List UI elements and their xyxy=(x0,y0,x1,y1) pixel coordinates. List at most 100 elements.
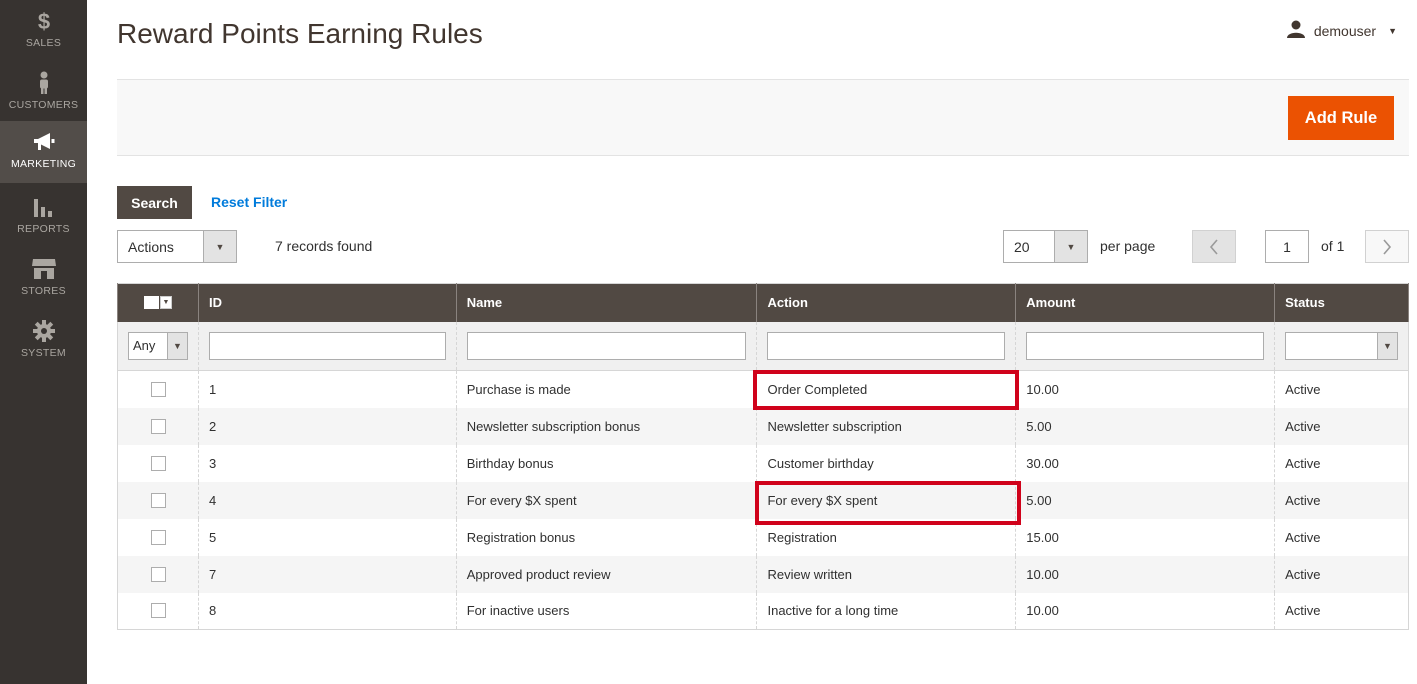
column-header-amount[interactable]: Amount xyxy=(1015,283,1276,322)
cell-action: Review written xyxy=(756,555,1017,593)
user-name: demouser xyxy=(1313,22,1377,39)
row-checkbox[interactable] xyxy=(150,529,166,545)
reset-filter-link[interactable]: Reset Filter xyxy=(211,194,287,210)
cell-action: For every $X spent xyxy=(756,481,1017,519)
row-select-cell xyxy=(117,444,199,482)
cell-action: Order Completed xyxy=(756,370,1017,408)
grid-filter-row: Any ▼ ▼ xyxy=(117,321,1409,371)
page-title: Reward Points Earning Rules xyxy=(117,18,483,49)
nav-marketing[interactable]: MARKETING xyxy=(0,121,87,183)
nav-label-reports: REPORTS xyxy=(17,223,70,235)
filter-any-select[interactable]: Any ▼ xyxy=(128,331,188,360)
chevron-down-icon: ▼ xyxy=(203,231,236,262)
mass-actions-label: Actions xyxy=(128,238,174,255)
table-row[interactable]: 2 Newsletter subscription bonus Newslett… xyxy=(117,407,1409,445)
nav-system[interactable]: SYSTEM xyxy=(0,310,87,372)
select-all-checkbox[interactable] xyxy=(144,296,159,310)
mass-select-header[interactable]: ▼ xyxy=(117,283,199,322)
per-page-label: per page xyxy=(1100,238,1156,254)
cell-status: Active xyxy=(1274,555,1409,593)
cell-id: 5 xyxy=(198,518,457,556)
cell-action: Customer birthday xyxy=(756,444,1017,482)
table-row[interactable]: 5 Registration bonus Registration 15.00 … xyxy=(117,518,1409,556)
filter-name-input[interactable] xyxy=(466,331,747,360)
cell-action: Newsletter subscription xyxy=(756,407,1017,445)
page-number-input[interactable]: 1 xyxy=(1265,230,1309,263)
nav-customers[interactable]: CUSTOMERS xyxy=(0,62,87,124)
nav-label-customers: CUSTOMERS xyxy=(8,99,79,111)
table-row[interactable]: 1 Purchase is made Order Completed 10.00… xyxy=(117,370,1409,408)
column-header-action[interactable]: Action xyxy=(756,283,1017,322)
table-row[interactable]: 4 For every $X spent For every $X spent … xyxy=(117,481,1409,519)
cell-amount: 30.00 xyxy=(1015,444,1276,482)
table-row[interactable]: 8 For inactive users Inactive for a long… xyxy=(117,592,1409,630)
cell-status: Active xyxy=(1274,407,1409,445)
per-page-select[interactable]: 20 ▼ xyxy=(1003,230,1088,263)
filter-id-input[interactable] xyxy=(209,331,446,360)
filter-amount-input[interactable] xyxy=(1026,331,1265,360)
cell-id: 4 xyxy=(198,481,457,519)
row-checkbox[interactable] xyxy=(150,603,166,619)
cell-status: Active xyxy=(1274,592,1409,630)
chevron-down-icon[interactable]: ▼ xyxy=(160,296,172,310)
cell-name: Registration bonus xyxy=(455,518,758,556)
cell-action: Registration xyxy=(756,518,1017,556)
nav-label-stores: STORES xyxy=(21,285,66,297)
row-checkbox[interactable] xyxy=(150,455,166,471)
nav-sales[interactable]: $ SALES xyxy=(0,0,87,62)
bar-chart-icon xyxy=(31,194,57,220)
row-select-cell xyxy=(117,592,199,630)
cell-id: 8 xyxy=(198,592,457,630)
page-total: of 1 xyxy=(1321,238,1345,254)
column-header-id[interactable]: ID xyxy=(198,283,457,322)
add-rule-button[interactable]: Add Rule xyxy=(1288,96,1394,140)
previous-page-button[interactable] xyxy=(1192,230,1236,263)
user-menu[interactable]: demouser ▼ xyxy=(1286,20,1397,41)
search-button[interactable]: Search xyxy=(117,186,192,219)
person-icon xyxy=(31,70,57,96)
per-page-value: 20 xyxy=(1014,238,1030,255)
filter-cell-name xyxy=(455,321,758,371)
grid-header-row: ▼ ID Name Action Amount Status xyxy=(117,283,1409,322)
filter-cell-status: ▼ xyxy=(1274,321,1409,371)
filter-cell-id xyxy=(198,321,457,371)
nav-label-sales: SALES xyxy=(25,37,62,49)
cell-id: 1 xyxy=(198,370,457,408)
row-checkbox[interactable] xyxy=(150,492,166,508)
megaphone-icon xyxy=(31,129,57,155)
filter-status-select[interactable]: ▼ xyxy=(1285,331,1398,360)
row-select-cell xyxy=(117,518,199,556)
next-page-button[interactable] xyxy=(1365,230,1409,263)
cell-amount: 5.00 xyxy=(1015,407,1276,445)
svg-text:$: $ xyxy=(37,9,49,33)
nav-stores[interactable]: STORES xyxy=(0,248,87,310)
cell-amount: 5.00 xyxy=(1015,481,1276,519)
row-checkbox[interactable] xyxy=(150,381,166,397)
column-header-status[interactable]: Status xyxy=(1274,283,1409,322)
cell-amount: 10.00 xyxy=(1015,555,1276,593)
cell-name: Purchase is made xyxy=(455,370,758,408)
row-select-cell xyxy=(117,481,199,519)
table-row[interactable]: 7 Approved product review Review written… xyxy=(117,555,1409,593)
cell-status: Active xyxy=(1274,370,1409,408)
filter-cell-amount xyxy=(1015,321,1276,371)
row-checkbox[interactable] xyxy=(150,418,166,434)
admin-sidebar: $ SALES CUSTOMERS MARKETING REPORTS STOR… xyxy=(0,0,87,684)
store-icon xyxy=(31,256,57,282)
filter-action-input[interactable] xyxy=(767,331,1006,360)
chevron-down-icon: ▼ xyxy=(1388,25,1397,36)
filter-any-value: Any xyxy=(133,338,156,354)
table-row[interactable]: 3 Birthday bonus Customer birthday 30.00… xyxy=(117,444,1409,482)
row-select-cell xyxy=(117,555,199,593)
cell-amount: 10.00 xyxy=(1015,370,1276,408)
cell-name: Birthday bonus xyxy=(455,444,758,482)
mass-actions-select[interactable]: Actions ▼ xyxy=(117,230,237,263)
nav-label-system: SYSTEM xyxy=(21,347,66,359)
chevron-down-icon: ▼ xyxy=(1377,332,1397,359)
row-checkbox[interactable] xyxy=(150,566,166,582)
filter-cell-select: Any ▼ xyxy=(117,321,199,371)
page-actions-bar: Add Rule xyxy=(117,79,1409,156)
column-header-name[interactable]: Name xyxy=(455,283,758,322)
nav-reports[interactable]: REPORTS xyxy=(0,186,87,248)
chevron-left-icon xyxy=(1209,238,1218,255)
